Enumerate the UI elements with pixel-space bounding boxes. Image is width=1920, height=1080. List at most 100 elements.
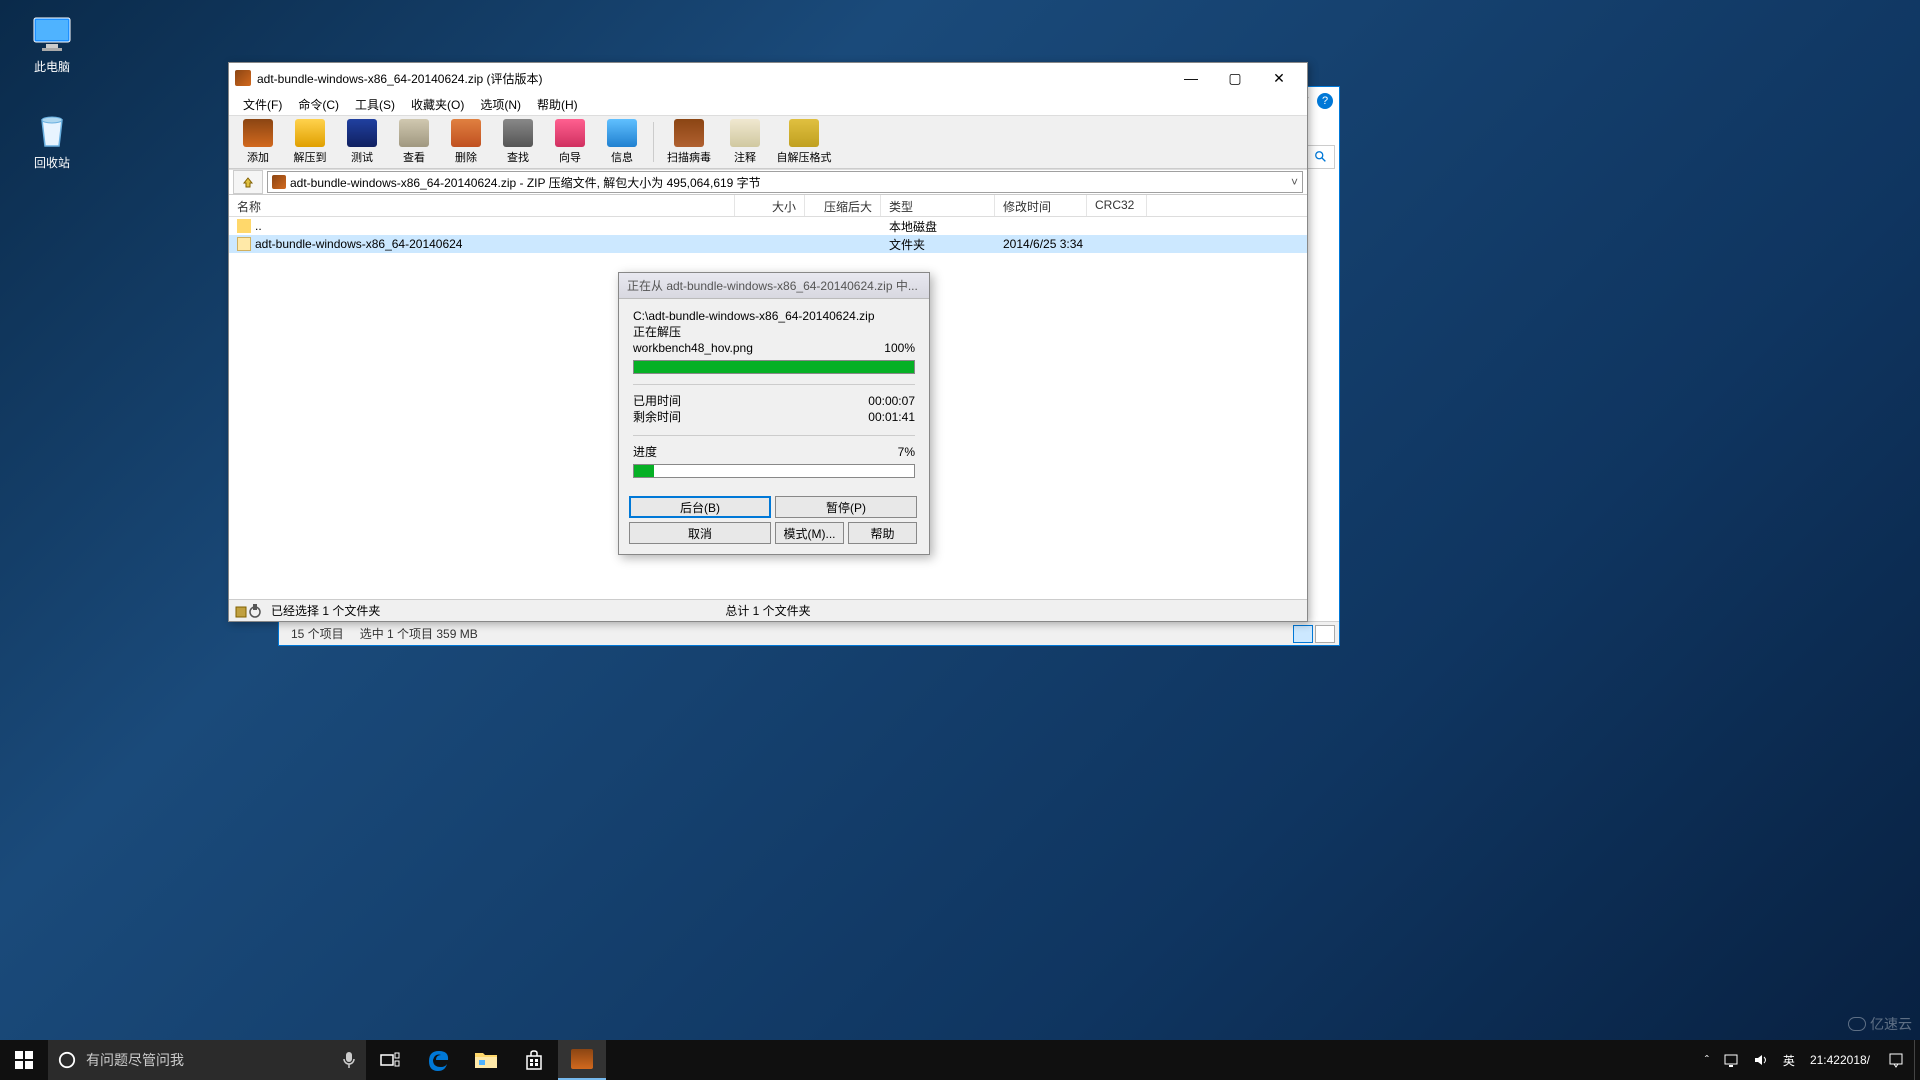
menu-tool[interactable]: 工具(S) [347,94,403,115]
col-modified[interactable]: 修改时间 [995,195,1087,216]
monitor-icon [28,14,76,54]
extract-button[interactable]: 解压到 [285,117,335,167]
col-size[interactable]: 大小 [735,195,805,216]
maximize-button[interactable]: ▢ [1213,64,1257,92]
lock-icon [235,603,263,619]
explorer-statusbar: 15 个项目 选中 1 个项目 359 MB [279,621,1339,645]
cortana-icon [58,1051,76,1069]
winrar-icon [235,70,251,86]
view-details-icon[interactable] [1293,625,1313,643]
separator [653,122,654,162]
add-button[interactable]: 添加 [233,117,283,167]
comment-button[interactable]: 注释 [720,117,770,167]
titlebar: adt-bundle-windows-x86_64-20140624.zip (… [229,63,1307,93]
test-icon [347,119,377,147]
remain-value: 00:01:41 [868,409,915,425]
scan-button[interactable]: 扫描病毒 [660,117,718,167]
view-icon [399,119,429,147]
menu-help[interactable]: 帮助(H) [529,94,586,115]
desktop-recycle-bin[interactable]: 回收站 [14,110,90,171]
col-name[interactable]: 名称 [229,195,735,216]
column-headers: 名称 大小 压缩后大小 类型 修改时间 CRC32 [229,195,1307,217]
extract-dialog: 正在从 adt-bundle-windows-x86_64-20140624.z… [618,272,930,555]
background-button[interactable]: 后台(B) [629,496,771,518]
current-file: workbench48_hov.png [633,340,753,356]
search-box[interactable]: 有问题尽管问我 [48,1040,366,1080]
menu-command[interactable]: 命令(C) [290,94,347,115]
dialog-title: 正在从 adt-bundle-windows-x86_64-20140624.z… [619,273,929,299]
taskbar: 有问题尽管问我 ˆ 英 21:42 2018/ [0,1040,1920,1080]
show-desktop[interactable] [1914,1040,1920,1080]
file-percent: 100% [884,340,915,356]
address-field[interactable]: adt-bundle-windows-x86_64-20140624.zip -… [267,171,1303,193]
desktop-this-pc[interactable]: 此电脑 [14,14,90,75]
menu-favorites[interactable]: 收藏夹(O) [403,94,472,115]
info-icon [607,119,637,147]
taskbar-edge[interactable] [414,1040,462,1080]
col-crc[interactable]: CRC32 [1087,195,1147,216]
search-placeholder: 有问题尽管问我 [86,1050,184,1070]
network-icon[interactable] [1716,1040,1746,1080]
chevron-down-icon[interactable]: ˅ [1291,175,1298,189]
list-item-folder[interactable]: adt-bundle-windows-x86_64-20140624 文件夹 2… [229,235,1307,253]
menubar: 文件(F) 命令(C) 工具(S) 收藏夹(O) 选项(N) 帮助(H) [229,93,1307,115]
clock[interactable]: 21:42 2018/ [1802,1040,1878,1080]
elapsed-label: 已用时间 [633,393,681,409]
volume-icon[interactable] [1746,1040,1776,1080]
mic-icon[interactable] [342,1051,356,1069]
taskbar-store[interactable] [510,1040,558,1080]
desktop-label: 此电脑 [14,58,90,75]
col-type[interactable]: 类型 [881,195,995,216]
minimize-button[interactable]: — [1169,64,1213,92]
up-button[interactable] [233,170,263,194]
scan-icon [674,119,704,147]
task-view-button[interactable] [366,1040,414,1080]
help-icon[interactable]: ? [1317,93,1333,109]
test-button[interactable]: 测试 [337,117,387,167]
notifications-icon[interactable] [1878,1040,1914,1080]
ime-indicator[interactable]: 英 [1776,1040,1802,1080]
mode-button[interactable]: 模式(M)... [775,522,844,544]
taskbar-explorer[interactable] [462,1040,510,1080]
toolbar: 添加 解压到 测试 查看 删除 查找 向导 信息 扫描病毒 注释 自解压格式 [229,115,1307,169]
progress-value: 7% [898,444,915,460]
close-button[interactable]: ✕ [1257,64,1301,92]
help-button[interactable]: 帮助 [848,522,917,544]
addressbar: adt-bundle-windows-x86_64-20140624.zip -… [229,169,1307,195]
extract-action: 正在解压 [633,323,915,340]
tray-chevron-icon[interactable]: ˆ [1698,1040,1716,1080]
archive-icon [243,119,273,147]
address-text: adt-bundle-windows-x86_64-20140624.zip -… [290,174,761,191]
system-tray: ˆ 英 21:42 2018/ [1698,1040,1920,1080]
file-progress [633,360,915,374]
wizard-button[interactable]: 向导 [545,117,595,167]
delete-button[interactable]: 删除 [441,117,491,167]
find-button[interactable]: 查找 [493,117,543,167]
total-progress [633,464,915,478]
watermark: 亿速云 [1848,1014,1912,1034]
col-packed[interactable]: 压缩后大小 [805,195,881,216]
view-large-icon[interactable] [1315,625,1335,643]
winrar-icon [571,1049,593,1069]
view-button[interactable]: 查看 [389,117,439,167]
search-icon[interactable] [1307,145,1335,169]
progress-label: 进度 [633,444,657,460]
status-right: 总计 1 个文件夹 [725,602,810,619]
list-item-up[interactable]: .. 本地磁盘 [229,217,1307,235]
taskbar-winrar[interactable] [558,1040,606,1080]
archive-icon [272,175,286,189]
start-button[interactable] [0,1040,48,1080]
info-button[interactable]: 信息 [597,117,647,167]
trash-icon [28,110,76,150]
pause-button[interactable]: 暂停(P) [775,496,917,518]
cancel-button[interactable]: 取消 [629,522,771,544]
menu-file[interactable]: 文件(F) [235,94,290,115]
sfx-button[interactable]: 自解压格式 [772,117,836,167]
status-selection: 选中 1 个项目 359 MB [360,625,478,642]
status-items: 15 个项目 [291,625,344,642]
folder-icon [295,119,325,147]
delete-icon [451,119,481,147]
find-icon [503,119,533,147]
sfx-icon [789,119,819,147]
menu-options[interactable]: 选项(N) [472,94,529,115]
